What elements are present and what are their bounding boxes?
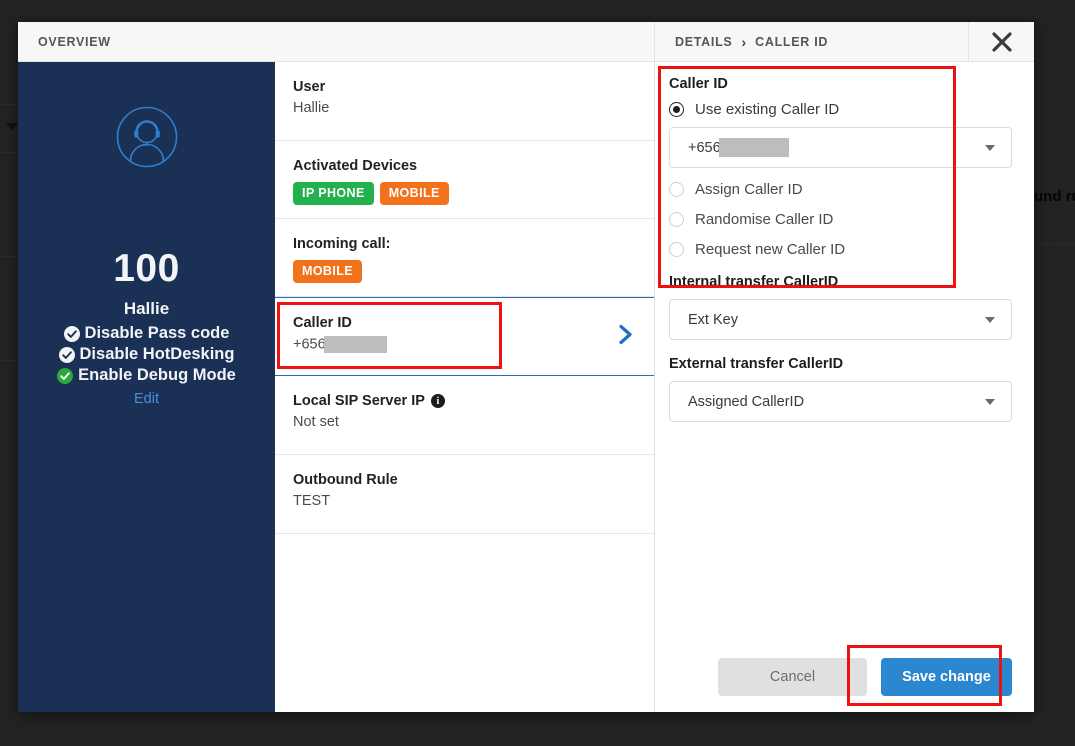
radio-icon xyxy=(669,242,684,257)
modal-body: 100 Hallie Disable Pass code Disable Hot… xyxy=(18,62,1034,712)
chevron-right-icon: › xyxy=(741,33,747,50)
list-item-value: Not set xyxy=(293,414,339,430)
radio-label: Use existing Caller ID xyxy=(695,101,840,118)
backdrop-partial-text: und ru xyxy=(1034,188,1075,205)
extension-flags: Disable Pass code Disable HotDesking Ena… xyxy=(57,323,236,386)
edit-link[interactable]: Edit xyxy=(134,391,159,407)
existing-caller-id-select[interactable]: +656 xyxy=(669,127,1012,168)
chevron-down-icon xyxy=(985,144,995,151)
list-item-value: +656 xyxy=(293,336,636,353)
radio-use-existing-caller-id[interactable]: Use existing Caller ID xyxy=(669,101,1012,118)
external-transfer-select[interactable]: Assigned CallerID xyxy=(669,381,1012,422)
incoming-call-badges: MOBILE xyxy=(293,260,636,283)
flag-disable-hotdesking: Disable HotDesking xyxy=(57,344,236,365)
badge-ip-phone: IP PHONE xyxy=(293,182,374,205)
chevron-right-icon xyxy=(619,324,632,344)
internal-transfer-value: Ext Key xyxy=(688,311,738,328)
list-item-user[interactable]: User Hallie xyxy=(275,62,654,141)
check-circle-icon xyxy=(58,346,75,363)
backdrop-divider xyxy=(0,104,18,105)
list-item-label: Activated Devices xyxy=(293,158,418,174)
avatar xyxy=(116,106,178,173)
breadcrumb-current: CALLER ID xyxy=(755,34,829,49)
chevron-down-icon xyxy=(985,316,995,323)
device-badges: IP PHONE MOBILE xyxy=(293,182,636,205)
list-item-label: Local SIP Server IP i xyxy=(293,393,636,409)
backdrop-chevron-down-icon xyxy=(6,123,18,130)
list-item-activated-devices[interactable]: Activated Devices IP PHONE MOBILE xyxy=(275,141,654,219)
list-item-label: User xyxy=(293,79,326,95)
flag-enable-debug-mode: Enable Debug Mode xyxy=(57,365,236,386)
agent-headset-avatar-icon xyxy=(116,106,177,168)
tab-overview-label: OVERVIEW xyxy=(38,34,111,49)
list-item-caller-id[interactable]: Caller ID +656 xyxy=(275,297,654,376)
backdrop-divider xyxy=(0,152,18,153)
list-item-value: Hallie xyxy=(293,100,330,116)
radio-assign-caller-id[interactable]: Assign Caller ID xyxy=(669,181,1012,198)
radio-label: Assign Caller ID xyxy=(695,181,803,198)
details-list: User Hallie Activated Devices IP PHONE M… xyxy=(275,62,655,712)
external-transfer-value: Assigned CallerID xyxy=(688,393,805,410)
list-item-value: TEST xyxy=(293,493,331,509)
cancel-button[interactable]: Cancel xyxy=(718,658,867,696)
flag-label: Enable Debug Mode xyxy=(78,366,236,385)
close-icon xyxy=(991,31,1012,52)
flag-label: Disable Pass code xyxy=(84,324,230,342)
radio-label: Request new Caller ID xyxy=(695,241,846,258)
list-item-label: Caller ID xyxy=(293,315,352,331)
external-transfer-label: External transfer CallerID xyxy=(669,356,844,372)
list-item-label: Outbound Rule xyxy=(293,472,398,488)
list-item-label-text: Local SIP Server IP xyxy=(293,393,425,409)
radio-icon xyxy=(669,182,684,197)
extension-sidebar: 100 Hallie Disable Pass code Disable Hot… xyxy=(18,62,275,712)
breadcrumb-details[interactable]: DETAILS xyxy=(675,35,732,49)
chevron-down-icon xyxy=(985,398,995,405)
radio-icon xyxy=(669,102,684,117)
radio-request-new-caller-id[interactable]: Request new Caller ID xyxy=(669,241,1012,258)
form-actions: Cancel Save change xyxy=(669,658,1012,696)
flag-label: Disable HotDesking xyxy=(79,345,235,364)
info-icon[interactable]: i xyxy=(430,394,445,408)
chevron-right-button[interactable] xyxy=(616,323,636,350)
caller-id-prefix: +656 xyxy=(293,336,326,353)
radio-randomise-caller-id[interactable]: Randomise Caller ID xyxy=(669,211,1012,228)
close-button[interactable] xyxy=(968,22,1034,61)
check-circle-icon xyxy=(63,325,80,342)
flag-disable-pass-code: Disable Pass code xyxy=(57,323,236,344)
list-item-local-sip-server-ip[interactable]: Local SIP Server IP i Not set xyxy=(275,376,654,455)
list-item-outbound-rule[interactable]: Outbound Rule TEST xyxy=(275,455,654,534)
existing-caller-id-prefix: +656 xyxy=(688,139,721,156)
internal-transfer-label: Internal transfer CallerID xyxy=(669,274,839,290)
backdrop-divider xyxy=(1034,244,1075,245)
badge-mobile: MOBILE xyxy=(379,182,449,205)
caller-id-modal: OVERVIEW DETAILS › CALLER ID 100 Hallie … xyxy=(18,22,1034,712)
caller-id-form: Caller ID Use existing Caller ID +656 As… xyxy=(655,62,1034,712)
extension-name: Hallie xyxy=(123,299,170,318)
list-item-incoming-call[interactable]: Incoming call: MOBILE xyxy=(275,219,654,297)
radio-icon xyxy=(669,212,684,227)
extension-number: 100 xyxy=(113,247,180,290)
tab-overview[interactable]: OVERVIEW xyxy=(18,22,655,61)
backdrop-divider xyxy=(0,256,18,257)
radio-label: Randomise Caller ID xyxy=(695,211,834,228)
modal-header: OVERVIEW DETAILS › CALLER ID xyxy=(18,22,1034,62)
existing-caller-id-value: +656 xyxy=(688,138,985,157)
breadcrumb: DETAILS › CALLER ID xyxy=(655,22,968,61)
redaction-bar xyxy=(323,336,387,353)
list-item-label: Incoming call: xyxy=(293,236,391,252)
caller-id-group-title: Caller ID xyxy=(669,76,728,92)
check-circle-green-icon xyxy=(57,367,74,384)
save-change-button[interactable]: Save change xyxy=(881,658,1012,696)
redaction-bar xyxy=(718,138,789,157)
internal-transfer-select[interactable]: Ext Key xyxy=(669,299,1012,340)
backdrop-divider xyxy=(0,360,18,361)
badge-mobile: MOBILE xyxy=(293,260,363,283)
